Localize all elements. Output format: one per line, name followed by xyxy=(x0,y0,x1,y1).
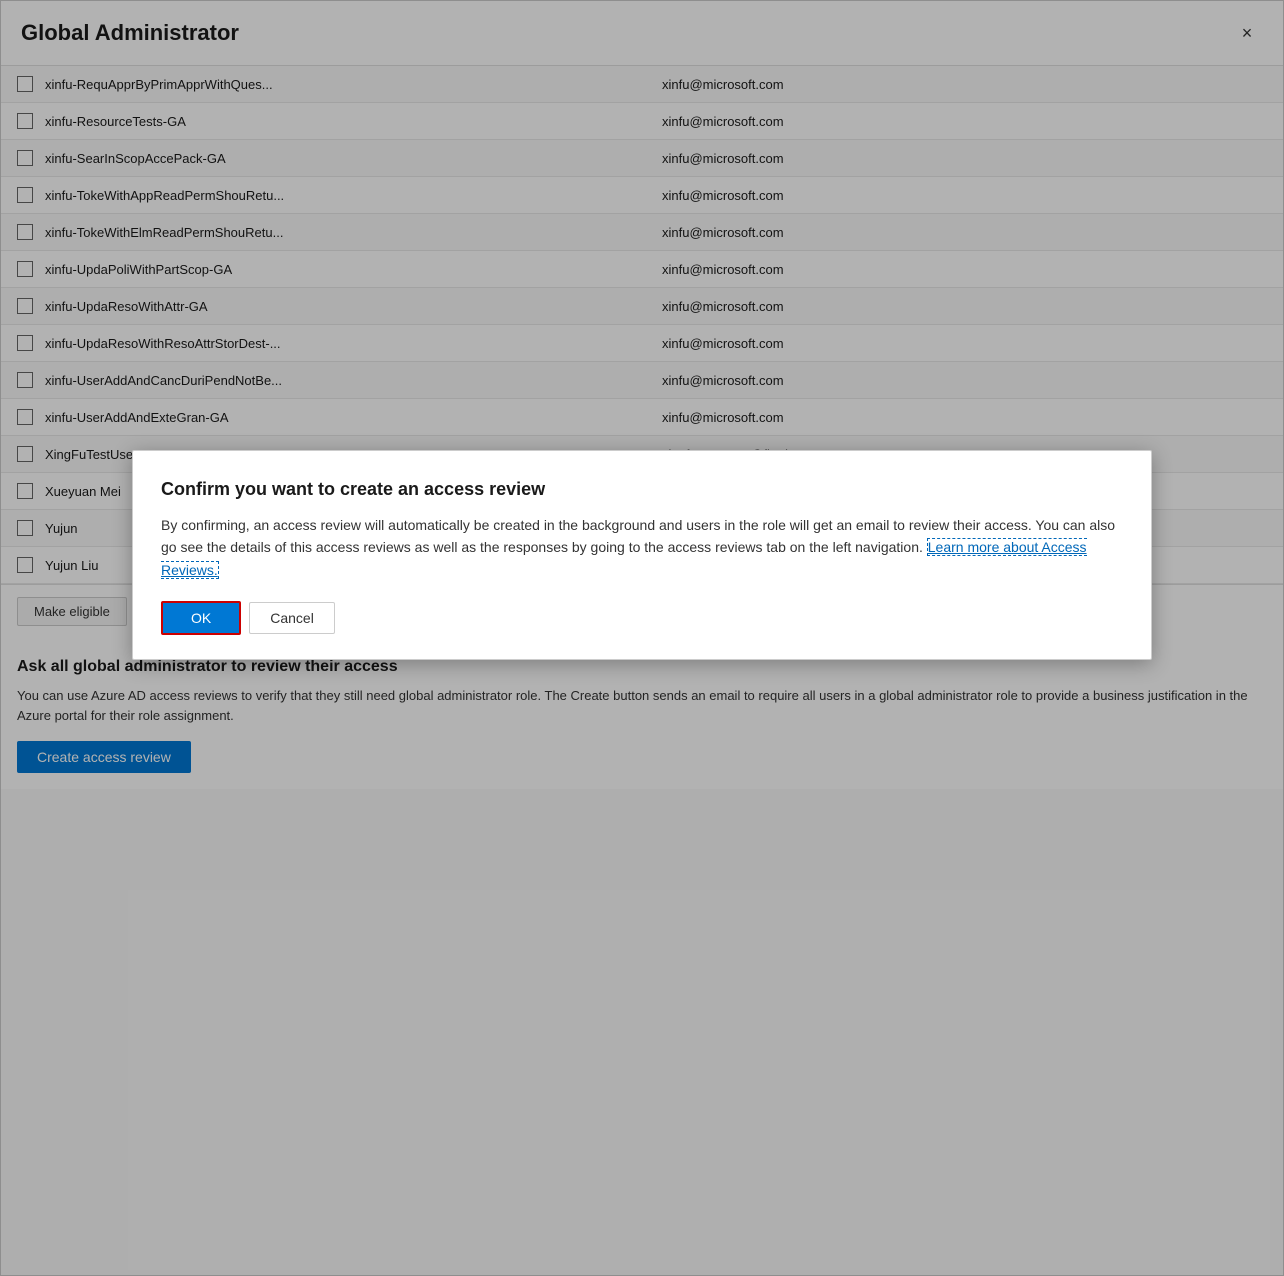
ok-button[interactable]: OK xyxy=(161,601,241,635)
dialog-actions: OK Cancel xyxy=(161,601,1123,635)
dialog-body: By confirming, an access review will aut… xyxy=(161,514,1123,581)
cancel-button[interactable]: Cancel xyxy=(249,602,335,634)
confirm-dialog: Confirm you want to create an access rev… xyxy=(132,450,1152,660)
dialog-title: Confirm you want to create an access rev… xyxy=(161,479,1123,500)
